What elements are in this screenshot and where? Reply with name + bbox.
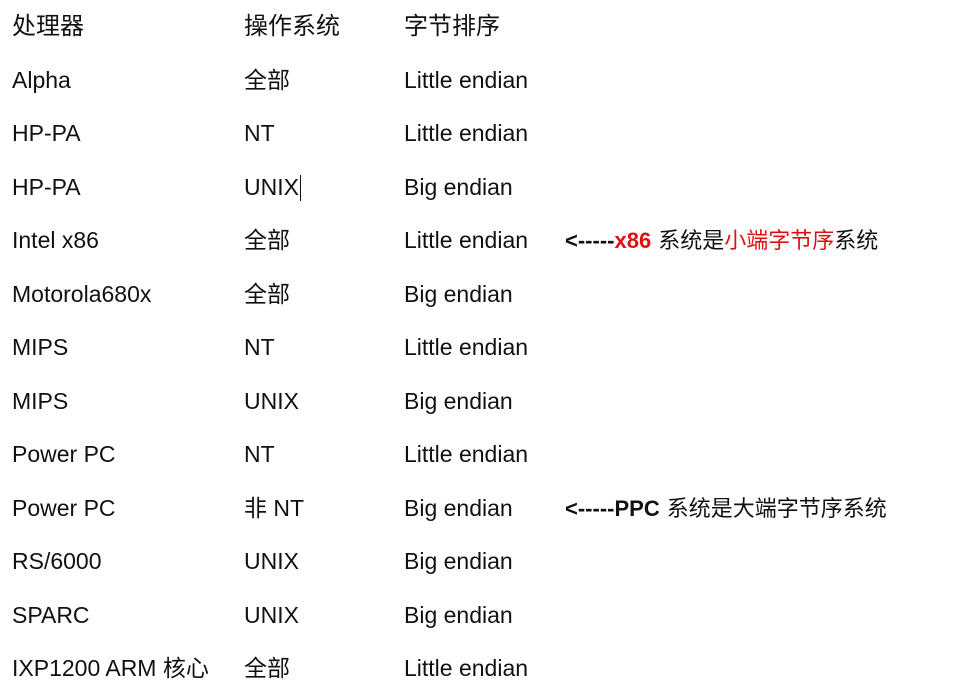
byte-order-cell: Big endian xyxy=(404,280,513,307)
byte-order-cell: Little endian xyxy=(404,441,529,467)
table-row: RS/6000 UNIX Big endian xyxy=(12,535,954,589)
os-cell: NT xyxy=(244,120,275,146)
processor-cell: MIPS xyxy=(12,334,69,360)
processor-cell: Motorola680x xyxy=(12,280,152,307)
os-cell: UNIX xyxy=(244,548,299,574)
processor-cell: Intel x86 xyxy=(12,227,99,253)
note-arrow: <----- xyxy=(565,228,615,253)
processor-cell: Power PC xyxy=(12,441,116,467)
table-row: IXP1200 ARM 核心 全部 Little endian xyxy=(12,642,954,696)
os-cell: 全部 xyxy=(244,66,290,93)
processor-cell: RS/6000 xyxy=(12,548,102,574)
byte-order-cell: Big endian xyxy=(404,548,513,574)
ppc-note: <-----PPC 系统是大端字节序系统 xyxy=(565,482,887,537)
os-cell: 全部 xyxy=(244,227,290,253)
endianness-table: 处理器 操作系统 字节排序 Alpha 全部 Little endian HP-… xyxy=(12,0,954,696)
byte-order-cell: Big endian xyxy=(404,387,513,414)
processor-cell: HP-PA xyxy=(12,173,81,200)
os-cell: 全部 xyxy=(244,280,290,307)
note-arrow: <----- xyxy=(565,495,615,521)
note-highlight: 小端字节序 xyxy=(724,229,835,254)
processor-cell: SPARC xyxy=(12,601,90,628)
table-row: Power PC 非 NT Big endian <-----PPC 系统是大端… xyxy=(12,482,954,536)
table-row: HP-PA NT Little endian xyxy=(12,107,954,161)
byte-order-cell: Little endian xyxy=(404,655,529,681)
header-os: 操作系统 xyxy=(244,12,340,40)
table-row: Power PC NT Little endian xyxy=(12,428,954,482)
processor-cell: IXP1200 ARM 核心 xyxy=(12,655,209,681)
note-text: 系统是大端字节序系统 xyxy=(659,496,887,522)
os-cell: 非 NT xyxy=(244,494,305,521)
note-tag-ppc: PPC xyxy=(614,495,660,521)
os-cell: NT xyxy=(244,441,275,467)
byte-order-cell: Little endian xyxy=(404,66,529,93)
header-processor: 处理器 xyxy=(12,12,84,40)
table-row: Alpha 全部 Little endian xyxy=(12,54,954,108)
table-row: HP-PA UNIX Big endian xyxy=(12,161,954,215)
processor-cell: Power PC xyxy=(12,494,116,521)
byte-order-cell: Big endian xyxy=(404,494,513,521)
x86-note: <-----x86 系统是小端字节序系统 xyxy=(565,214,878,269)
os-cell: UNIX xyxy=(244,601,299,628)
os-cell: NT xyxy=(244,334,275,360)
note-tag-x86: x86 xyxy=(614,228,652,253)
table-row: Motorola680x 全部 Big endian xyxy=(12,268,954,322)
table-row: SPARC UNIX Big endian xyxy=(12,589,954,643)
table-row: MIPS UNIX Big endian xyxy=(12,375,954,429)
processor-cell: HP-PA xyxy=(12,120,81,146)
note-text: 系统是 xyxy=(651,229,725,254)
header-byte-order: 字节排序 xyxy=(404,12,500,40)
byte-order-cell: Big endian xyxy=(404,601,513,628)
processor-cell: Alpha xyxy=(12,66,71,93)
processor-cell: MIPS xyxy=(12,387,69,414)
byte-order-cell: Little endian xyxy=(404,120,529,146)
text-cursor xyxy=(299,175,301,202)
byte-order-cell: Big endian xyxy=(404,173,513,200)
os-cell[interactable]: UNIX xyxy=(244,161,301,215)
os-cell: UNIX xyxy=(244,387,299,414)
note-text-end: 系统 xyxy=(834,229,879,254)
os-cell: 全部 xyxy=(244,655,290,681)
byte-order-cell: Little endian xyxy=(404,334,529,360)
table-row: MIPS NT Little endian xyxy=(12,321,954,375)
byte-order-cell: Little endian xyxy=(404,227,529,253)
os-cell-text: UNIX xyxy=(244,173,299,200)
table-row: Intel x86 全部 Little endian <-----x86 系统是… xyxy=(12,214,954,268)
table-header: 处理器 操作系统 字节排序 xyxy=(12,0,954,54)
